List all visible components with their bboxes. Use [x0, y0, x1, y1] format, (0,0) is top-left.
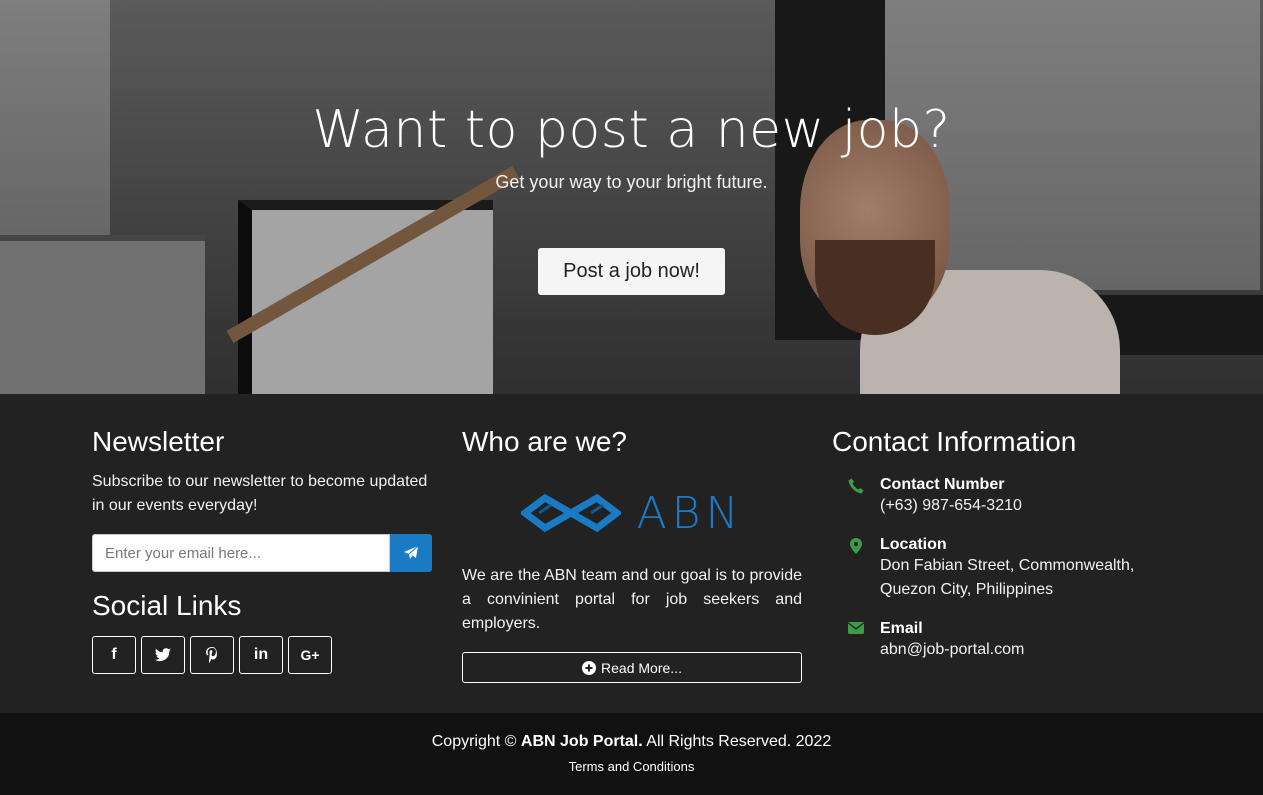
email-label: Email — [880, 620, 923, 637]
about-column: Who are we? ABN We are the ABN team and … — [462, 426, 802, 683]
plus-circle-icon — [582, 660, 597, 675]
newsletter-form — [92, 534, 432, 572]
facebook-icon: f — [111, 646, 117, 663]
newsletter-title: Newsletter — [92, 426, 225, 457]
contact-item-location: Location Don Fabian Street, Commonwealth… — [832, 536, 1172, 602]
read-more-button[interactable]: Read More... — [462, 652, 802, 683]
abn-logo: ABN — [462, 478, 802, 548]
newsletter-column: Newsletter Subscribe to our newsletter t… — [92, 426, 432, 674]
hero-section: Want to post a new job? Get your way to … — [0, 0, 1263, 394]
social-links: f in G+ — [92, 636, 432, 674]
copyright-suffix: All Rights Reserved. 2022 — [646, 733, 832, 750]
contact-title: Contact Information — [832, 426, 1077, 457]
facebook-button[interactable]: f — [92, 636, 136, 674]
linkedin-button[interactable]: in — [239, 636, 283, 674]
read-more-label: Read More... — [601, 659, 682, 676]
abn-logo-mark-icon — [520, 493, 621, 533]
hero-title: Want to post a new job? — [312, 100, 951, 160]
about-title: Who are we? — [462, 426, 627, 457]
twitter-button[interactable] — [141, 636, 185, 674]
hero-subtitle: Get your way to your bright future. — [495, 172, 768, 192]
hero-content: Want to post a new job? Get your way to … — [0, 0, 1263, 295]
copyright-brand: ABN Job Portal. — [520, 733, 643, 750]
location-label: Location — [880, 536, 947, 553]
copyright-text: Copyright © ABN Job Portal. All Rights R… — [0, 733, 1263, 751]
newsletter-text: Subscribe to our newsletter to become up… — [92, 473, 428, 514]
contact-item-phone: Contact Number (+63) 987-654-3210 — [832, 476, 1172, 518]
email-value: abn@job-portal.com — [880, 641, 1025, 658]
contact-column: Contact Information Contact Number (+63)… — [832, 426, 1172, 662]
post-job-button[interactable]: Post a job now! — [538, 248, 725, 295]
contact-number-label: Contact Number — [880, 476, 1005, 493]
location-pin-icon — [850, 538, 862, 554]
twitter-icon — [155, 648, 171, 662]
pinterest-icon — [206, 647, 217, 663]
copyright-prefix: Copyright © — [431, 733, 517, 750]
google-plus-button[interactable]: G+ — [288, 636, 332, 674]
footer: Newsletter Subscribe to our newsletter t… — [0, 394, 1263, 713]
about-text: We are the ABN team and our goal is to p… — [462, 567, 802, 632]
linkedin-icon: in — [253, 646, 269, 663]
social-links-title: Social Links — [92, 590, 242, 621]
google-plus-icon: G+ — [300, 647, 320, 663]
contact-number-value: (+63) 987-654-3210 — [880, 497, 1022, 514]
terms-link[interactable]: Terms and Conditions — [569, 759, 695, 774]
pinterest-button[interactable] — [190, 636, 234, 674]
email-input[interactable] — [92, 534, 390, 572]
paper-plane-icon — [404, 545, 419, 559]
subscribe-button[interactable] — [390, 534, 432, 572]
copyright-bar: Copyright © ABN Job Portal. All Rights R… — [0, 713, 1263, 795]
abn-logo-text: ABN — [636, 487, 744, 539]
envelope-icon — [848, 622, 864, 634]
contact-item-email: Email abn@job-portal.com — [832, 620, 1172, 662]
location-value: Don Fabian Street, Commonwealth, Quezon … — [880, 557, 1135, 598]
phone-icon — [848, 478, 864, 494]
